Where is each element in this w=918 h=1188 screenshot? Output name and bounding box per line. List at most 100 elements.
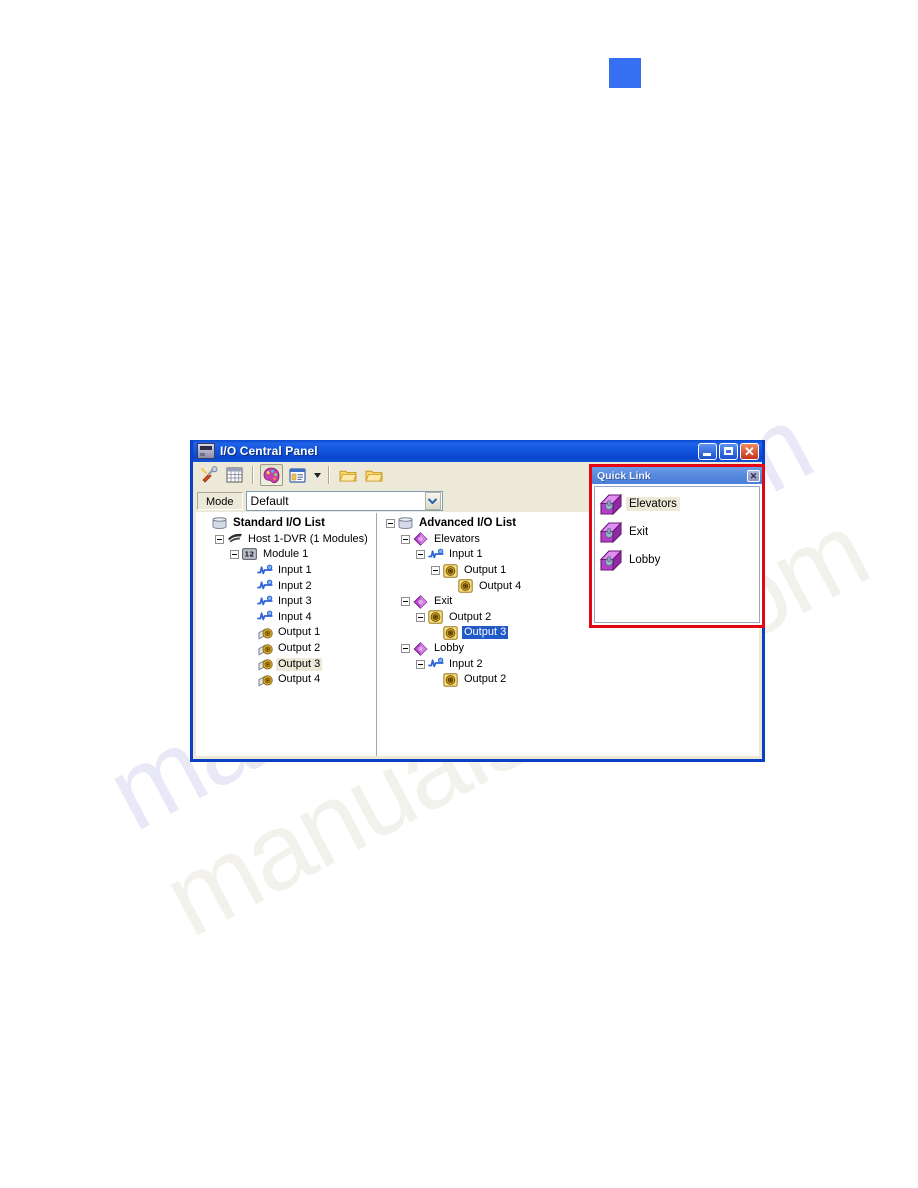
list-view-icon[interactable]: [286, 464, 309, 486]
collapse-node-icon[interactable]: [416, 659, 425, 669]
tree-node[interactable]: Output 2: [380, 672, 759, 688]
adv-out-icon: [443, 563, 459, 578]
tree-node[interactable]: Host 1-DVR (1 Modules): [198, 532, 376, 548]
host-icon: [227, 532, 243, 546]
tree-node-label: Output 1: [464, 564, 507, 577]
io-panel-icon: [197, 443, 215, 459]
mode-select[interactable]: Default: [245, 491, 443, 511]
dropdown-arrow-icon[interactable]: [312, 464, 322, 486]
output-icon: [257, 673, 273, 687]
collapse-node-icon[interactable]: [416, 612, 425, 622]
output-icon: [257, 642, 273, 656]
input-icon: [257, 610, 273, 624]
window-titlebar[interactable]: I/O Central Panel ✕: [193, 440, 762, 462]
input-icon: [257, 595, 273, 609]
input-icon: [428, 548, 444, 562]
tree-node[interactable]: Input 2: [198, 578, 376, 594]
group-icon: [598, 492, 624, 516]
collapse-node-icon[interactable]: [431, 566, 440, 576]
tree-node-label: Elevators: [434, 532, 480, 545]
toolbar-separator-2: [328, 466, 330, 484]
tree-connector: [245, 586, 257, 587]
output-icon: [257, 626, 273, 640]
tree-node[interactable]: 12 Module 1: [198, 547, 376, 563]
list-icon: [398, 517, 414, 531]
collapse-node-icon[interactable]: [416, 550, 425, 560]
maximize-button[interactable]: [719, 442, 738, 460]
open-folder-icon[interactable]: [336, 464, 359, 486]
group-icon: [598, 520, 624, 544]
quick-link-item[interactable]: Exit: [595, 518, 759, 546]
tree-node-label: Host 1-DVR (1 Modules): [248, 532, 368, 545]
mode-label: Mode: [197, 492, 243, 510]
tree-node-label: Output 2: [449, 610, 492, 623]
tree-node-label: Output 4: [479, 579, 522, 592]
quick-link-list[interactable]: Elevators Exit Lobby: [594, 486, 760, 623]
save-folder-icon[interactable]: [362, 464, 385, 486]
tree-connector: [431, 632, 443, 633]
adv-out-icon: [443, 626, 459, 640]
adv-out-icon: [428, 610, 444, 625]
io-palette-icon[interactable]: [260, 464, 283, 486]
collapse-node-icon[interactable]: [401, 534, 410, 544]
toolbar-separator: [252, 466, 254, 484]
tree-connector: [446, 586, 458, 587]
standard-io-pane[interactable]: Standard I/O List Host 1-DVR (1 Modules) 1…: [196, 513, 377, 756]
tree-node-label: Input 1: [449, 548, 483, 561]
collapse-node-icon[interactable]: [401, 644, 410, 654]
collapse-node-icon[interactable]: [215, 534, 224, 544]
svg-text:12: 12: [244, 550, 254, 558]
standard-io-tree[interactable]: Standard I/O List Host 1-DVR (1 Modules) 1…: [196, 513, 376, 688]
window-controls: ✕: [698, 442, 759, 460]
chevron-down-icon[interactable]: [424, 492, 441, 510]
list-icon: [212, 517, 228, 531]
tree-node-label: Input 2: [278, 579, 312, 592]
collapse-node-icon[interactable]: [230, 550, 239, 560]
quick-link-item-label: Elevators: [626, 497, 680, 511]
tree-node[interactable]: Lobby: [380, 641, 759, 657]
setup-wrench-icon[interactable]: [197, 464, 220, 486]
tree-node-label: Output 4: [278, 673, 321, 686]
tree-node[interactable]: Output 3: [198, 656, 376, 672]
tree-node[interactable]: Input 2: [380, 656, 759, 672]
minimize-button[interactable]: [698, 442, 717, 460]
close-button[interactable]: ✕: [740, 442, 759, 460]
tree-node[interactable]: Output 1: [198, 625, 376, 641]
quick-link-item-label: Lobby: [629, 554, 661, 566]
tree-node-label: Advanced I/O List: [419, 517, 517, 530]
tree-connector: [245, 648, 257, 649]
tree-node[interactable]: Input 4: [198, 610, 376, 626]
quick-link-item[interactable]: Elevators: [595, 490, 759, 518]
tree-node[interactable]: Input 3: [198, 594, 376, 610]
tree-node-label: Output 1: [278, 626, 321, 639]
quick-link-item-label: Exit: [629, 526, 649, 538]
tree-node-label: Output 3: [276, 657, 323, 671]
tree-connector: [245, 601, 257, 602]
quick-link-close-button[interactable]: ✕: [747, 469, 760, 482]
tree-connector: [200, 523, 212, 524]
tree-node-label: Module 1: [263, 548, 309, 561]
tree-node[interactable]: Standard I/O List: [198, 516, 376, 532]
tree-connector: [245, 617, 257, 618]
tree-node[interactable]: Input 1: [198, 563, 376, 579]
tree-node[interactable]: Output 2: [198, 641, 376, 657]
output-icon: [257, 657, 273, 671]
module-icon: 12: [242, 548, 258, 562]
collapse-node-icon[interactable]: [401, 597, 410, 607]
tree-node-label: Lobby: [434, 642, 464, 655]
group-icon: [413, 641, 429, 656]
tree-node-label: Exit: [434, 595, 453, 608]
quick-link-item[interactable]: Lobby: [595, 546, 759, 574]
group-icon: [413, 532, 429, 547]
adv-out-icon: [443, 673, 459, 687]
tree-connector: [245, 664, 257, 665]
adv-out-icon: [458, 579, 474, 593]
quick-link-titlebar[interactable]: Quick Link ✕: [592, 467, 762, 484]
blue-marker-square: [609, 58, 641, 88]
collapse-node-icon[interactable]: [386, 519, 395, 529]
tree-node-label: Standard I/O List: [233, 517, 326, 530]
grid-view-icon[interactable]: [223, 464, 246, 486]
tree-node-label: Input 1: [278, 564, 312, 577]
window-title: I/O Central Panel: [220, 444, 318, 458]
tree-node[interactable]: Output 4: [198, 672, 376, 688]
